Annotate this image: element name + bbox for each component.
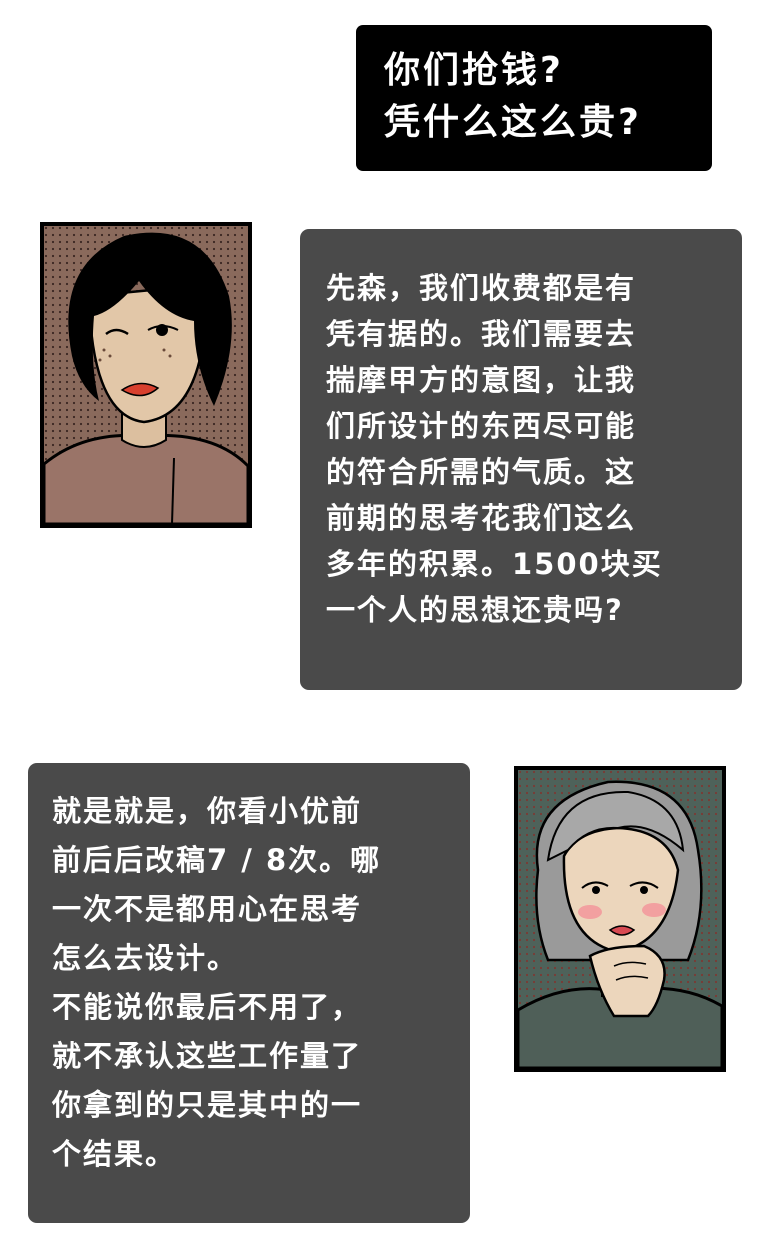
speech-bubble-middle: 先森，我们收费都是有 凭有据的。我们需要去 揣摩甲方的意图，让我 们所设计的东西… (300, 229, 742, 690)
portrait-woman-gray-hair (514, 766, 726, 1072)
woman-gray-hair-illustration (518, 770, 722, 1068)
portrait-woman-black-hair (40, 222, 252, 528)
speech-bubble-bottom: 就是就是，你看小优前 前后后改稿7 / 8次。哪 一次不是都用心在思考 怎么去设… (28, 763, 470, 1223)
woman-black-hair-illustration (44, 226, 248, 524)
speech-bubble-top: 你们抢钱? 凭什么这么贵? (356, 25, 712, 171)
